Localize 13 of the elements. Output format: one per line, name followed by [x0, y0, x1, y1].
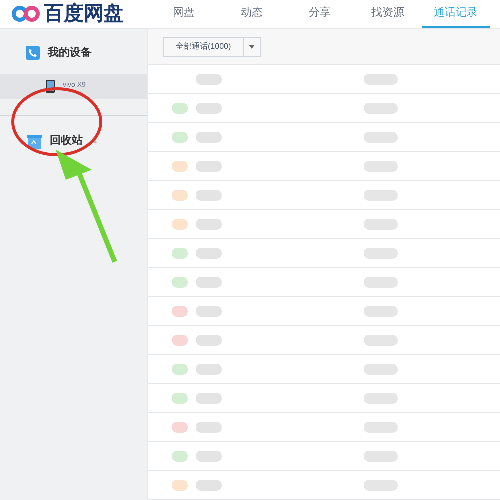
- caret-up-icon: [91, 139, 97, 143]
- sidebar-item[interactable]: 回收站: [0, 115, 147, 156]
- trash-bin-icon: [27, 134, 42, 148]
- nav-tab[interactable]: 网盘: [150, 0, 218, 28]
- logo-icon: [12, 5, 40, 23]
- sidebar-item[interactable]: 我的设备: [0, 41, 147, 65]
- logo-text: 百度网盘: [44, 4, 124, 24]
- phone-icon: [26, 46, 40, 60]
- filter-dropdown[interactable]: 全部通话(1000): [163, 36, 262, 56]
- nav-tab[interactable]: 分享: [286, 0, 354, 28]
- nav-tab[interactable]: 找资源: [354, 0, 422, 28]
- caret-icon: [249, 44, 256, 48]
- nav-tab[interactable]: 动态: [218, 0, 286, 28]
